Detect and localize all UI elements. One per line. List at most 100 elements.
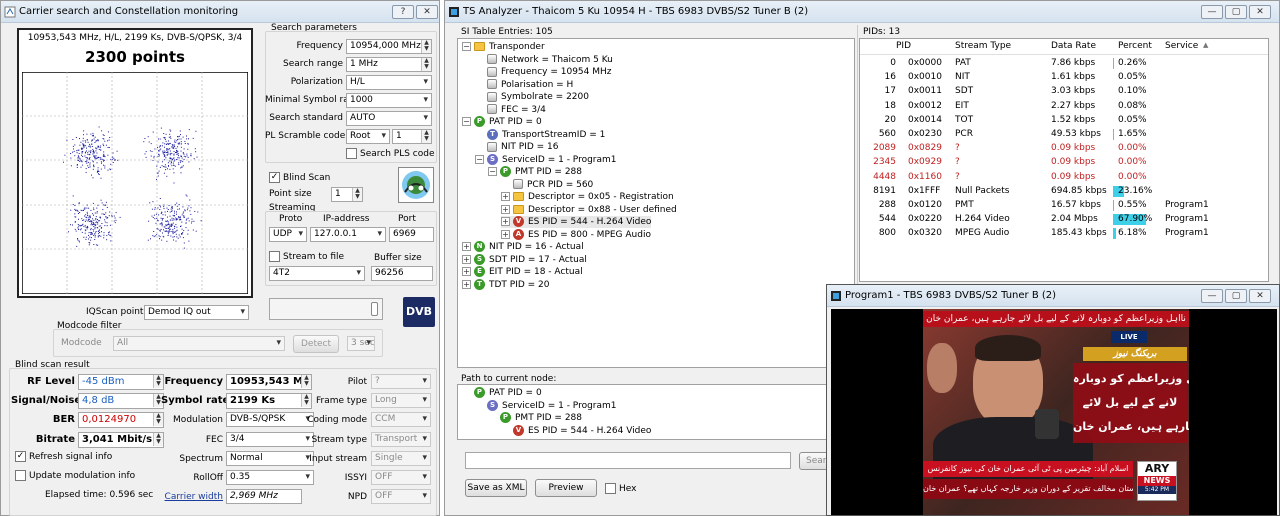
expander-icon[interactable]: +	[462, 279, 471, 289]
expander-icon[interactable]: −	[462, 117, 471, 126]
carrier-width-label[interactable]: Carrier width	[161, 492, 223, 502]
close-button[interactable]: ✕	[1249, 289, 1271, 303]
tree-node[interactable]: T TransportStreamID = 1	[475, 128, 605, 141]
tree-node[interactable]: + E EIT PID = 18 - Actual	[462, 266, 583, 278]
close-button[interactable]: ✕	[416, 5, 438, 19]
tree-node[interactable]: + Descriptor = 0x88 - User defined	[501, 204, 677, 216]
table-row[interactable]: 17 0x0011 SDT 3.03 kbps 0.10%	[860, 84, 1268, 98]
col-stream-type[interactable]: Stream Type	[955, 41, 1011, 51]
pl-scramble-select[interactable]: Root	[346, 129, 390, 144]
refresh-checkbox[interactable]: ✓	[15, 451, 26, 462]
table-row[interactable]: 8191 0x1FFF Null Packets 694.85 kbps 23.16%	[860, 184, 1268, 198]
param-field[interactable]: 1000	[346, 93, 432, 108]
si-tree[interactable]: − Transponder Network = Thaicom 5 Ku Freque…	[457, 38, 855, 368]
port-input[interactable]: 6969	[389, 227, 434, 242]
tree-node[interactable]: − Transponder	[462, 41, 545, 53]
update-mod-checkbox[interactable]	[15, 470, 26, 481]
expander-icon[interactable]: +	[462, 254, 471, 264]
tree-node[interactable]: S ServiceID = 1 - Program1	[475, 399, 617, 412]
tree-node[interactable]: Frequency = 10954 MHz	[475, 66, 612, 78]
expander-icon[interactable]: +	[501, 217, 510, 226]
preview-titlebar[interactable]: Program1 - TBS 6983 DVBS/S2 Tuner B (2) …	[827, 285, 1279, 307]
modcode-select[interactable]: All	[113, 336, 285, 351]
tree-node[interactable]: + A ES PID = 800 - MPEG Audio	[501, 228, 651, 241]
hex-checkbox[interactable]	[605, 483, 616, 494]
param-spin[interactable]: ▲ ▼	[421, 58, 431, 71]
col-pid[interactable]: PID	[896, 41, 911, 51]
close-button[interactable]: ✕	[1249, 5, 1271, 19]
table-row[interactable]: 16 0x0010 NIT 1.61 kbps 0.05%	[860, 70, 1268, 84]
tree-node[interactable]: V ES PID = 544 - H.264 Video	[501, 424, 651, 437]
buffer-size-input[interactable]: 96256	[371, 266, 433, 281]
spectrum-select[interactable]: Normal	[226, 451, 314, 466]
coding-mode-select[interactable]: CCM	[371, 412, 431, 427]
maximize-button[interactable]: ▢	[1225, 5, 1247, 19]
col-service[interactable]: Service	[1165, 41, 1198, 51]
expander-icon[interactable]: +	[462, 242, 471, 251]
table-row[interactable]: 0 0x0000 PAT 7.86 kbps 0.26%	[860, 56, 1268, 70]
table-row[interactable]: 560 0x0230 PCR 49.53 kbps 1.65%	[860, 127, 1268, 141]
param-field[interactable]: 1 MHz ▲ ▼	[346, 57, 432, 72]
video-area[interactable]: نااہل وزیراعظم کو دوبارہ لانے کے لیے بل …	[831, 309, 1277, 515]
expander-icon[interactable]: +	[462, 267, 471, 276]
pl-spin[interactable]: ▲ ▼	[421, 130, 431, 143]
expander-icon[interactable]: +	[501, 229, 510, 239]
help-button[interactable]: ?	[392, 5, 414, 19]
app-logo-icon[interactable]	[398, 167, 434, 203]
expander-icon[interactable]: +	[501, 204, 510, 214]
expander-icon[interactable]: +	[501, 192, 510, 201]
param-spin[interactable]: ▲ ▼	[421, 40, 431, 53]
point-size-input[interactable]: 1 ▲ ▼	[331, 187, 363, 202]
minimize-button[interactable]: —	[1201, 289, 1223, 303]
npd-select[interactable]: OFF	[371, 489, 431, 504]
table-row[interactable]: 288 0x0120 PMT 16.57 kbps 0.55% Program1	[860, 198, 1268, 212]
table-row[interactable]: 18 0x0012 EIT 2.27 kbps 0.08%	[860, 99, 1268, 113]
blind-scan-checkbox[interactable]: ✓	[269, 172, 280, 183]
proto-select[interactable]: UDP	[269, 227, 307, 242]
tree-node[interactable]: Polarisation = H	[475, 79, 573, 91]
ts-analyzer-titlebar[interactable]: TS Analyzer - Thaicom 5 Ku 10954 H - TBS…	[445, 1, 1279, 23]
point-size-spin[interactable]: ▲ ▼	[352, 188, 362, 201]
tree-node[interactable]: + S SDT PID = 17 - Actual	[462, 253, 587, 266]
search-input[interactable]	[465, 452, 791, 469]
fec-select[interactable]: 3/4	[226, 432, 314, 447]
param-field[interactable]: AUTO	[346, 111, 432, 126]
ip-select[interactable]: 127.0.0.1	[310, 227, 386, 242]
param-field[interactable]: 10954,000 MHz ▲ ▼	[346, 39, 432, 54]
col-data-rate[interactable]: Data Rate	[1051, 41, 1096, 51]
tree-node[interactable]: − P PAT PID = 0	[462, 116, 542, 128]
carrier-search-titlebar[interactable]: Carrier search and Constellation monitor…	[1, 1, 439, 23]
frame-type-select[interactable]: Long	[371, 393, 431, 408]
preview-button[interactable]: Preview	[535, 479, 597, 497]
tree-node[interactable]: + V ES PID = 544 - H.264 Video	[501, 216, 652, 228]
rolloff-select[interactable]: 0.35	[226, 470, 314, 485]
expander-icon[interactable]: −	[462, 42, 471, 51]
table-row[interactable]: 800 0x0320 MPEG Audio 185.43 kbps 6.18% Progr…	[860, 226, 1268, 240]
col-percent[interactable]: Percent	[1118, 41, 1152, 51]
expander-icon[interactable]: −	[475, 154, 484, 164]
tree-node[interactable]: P PMT PID = 288	[488, 412, 582, 424]
input-stream-select[interactable]: Single	[371, 451, 431, 466]
minimize-button[interactable]: —	[1201, 5, 1223, 19]
param-field[interactable]: H/L	[346, 75, 432, 90]
tree-node[interactable]: PCR PID = 560	[501, 179, 593, 191]
table-row[interactable]: 4448 0x1160? 0.09 kbps 0.00%	[860, 170, 1268, 184]
stream-to-file-checkbox[interactable]	[269, 251, 280, 262]
stream-type-select[interactable]: Transport	[371, 432, 431, 447]
modulation-select[interactable]: DVB-S/QPSK	[226, 412, 314, 427]
iqscan-select[interactable]: Demod IQ out	[144, 305, 249, 320]
tree-node[interactable]: P PAT PID = 0	[462, 387, 542, 399]
tree-node[interactable]: − S ServiceID = 1 - Program1	[475, 153, 617, 166]
expander-icon[interactable]: −	[488, 167, 497, 176]
tree-node[interactable]: + Descriptor = 0x05 - Registration	[501, 191, 674, 203]
pilot-select[interactable]: ?	[371, 374, 431, 389]
maximize-button[interactable]: ▢	[1225, 289, 1247, 303]
tree-node[interactable]: + N NIT PID = 16 - Actual	[462, 241, 584, 253]
tree-node[interactable]: Symbolrate = 2200	[475, 91, 589, 103]
tree-node[interactable]: NIT PID = 16	[475, 141, 558, 153]
tree-node[interactable]: FEC = 3/4	[475, 104, 546, 116]
detect-button[interactable]: Detect	[293, 335, 339, 353]
detect-time-select[interactable]: 3 sec	[347, 336, 375, 351]
table-row[interactable]: 2345 0x0929? 0.09 kbps 0.00%	[860, 155, 1268, 169]
table-row[interactable]: 2089 0x0829? 0.09 kbps 0.00%	[860, 141, 1268, 155]
